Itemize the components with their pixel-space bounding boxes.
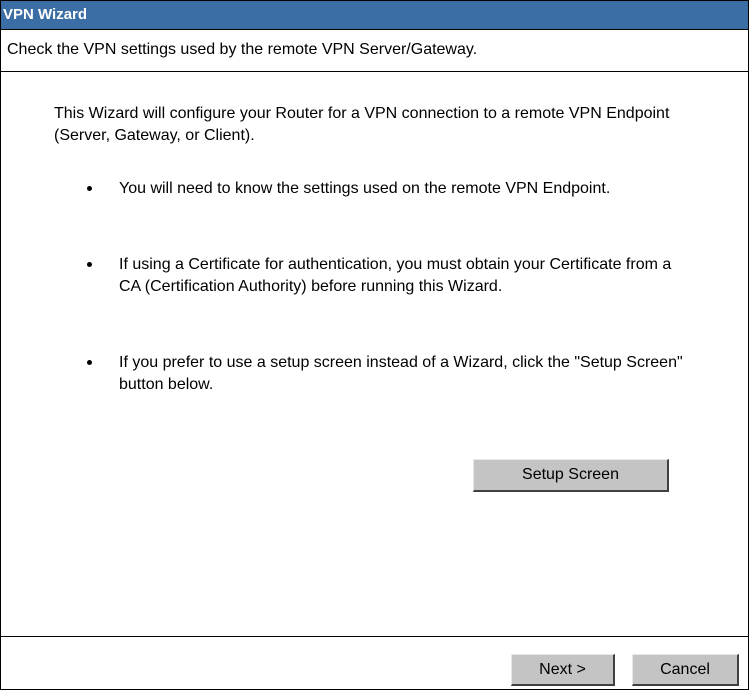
next-button[interactable]: Next > xyxy=(511,654,615,686)
wizard-content: This Wizard will configure your Router f… xyxy=(1,72,748,636)
bullet-dot-icon xyxy=(87,360,92,365)
bullet-text: If you prefer to use a setup screen inst… xyxy=(119,354,683,393)
cancel-button[interactable]: Cancel xyxy=(632,654,739,686)
intro-text: This Wizard will configure your Router f… xyxy=(54,105,670,144)
bullet-text: If using a Certificate for authenticatio… xyxy=(119,256,672,295)
bullet-text: You will need to know the settings used … xyxy=(119,180,611,197)
wizard-subtitle: Check the VPN settings used by the remot… xyxy=(1,29,748,72)
setup-screen-button[interactable]: Setup Screen xyxy=(473,459,669,492)
bullet-dot-icon xyxy=(87,262,92,267)
vpn-wizard-window: VPN Wizard Check the VPN settings used b… xyxy=(0,0,749,690)
wizard-title: VPN Wizard xyxy=(1,1,748,29)
wizard-footer: Next > Cancel xyxy=(1,636,748,689)
bullet-dot-icon xyxy=(87,186,92,191)
